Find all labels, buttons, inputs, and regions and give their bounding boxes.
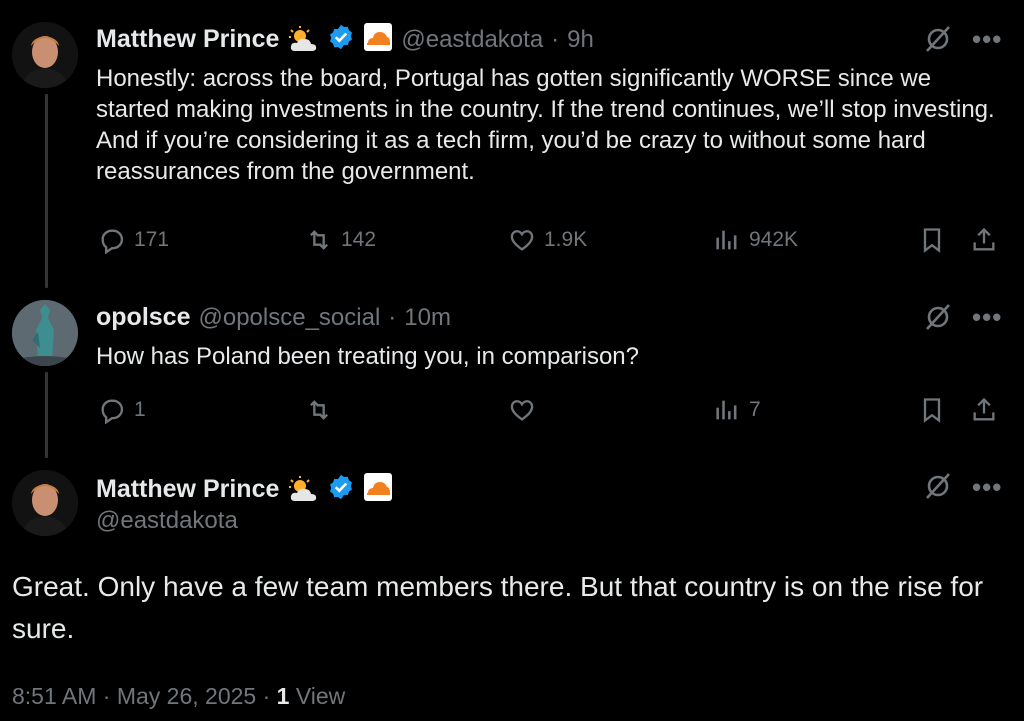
display-name[interactable]: Matthew Prince xyxy=(96,25,279,54)
tweet-date[interactable]: May 26, 2025 xyxy=(117,683,256,709)
tweet3-text: Great. Only have a few team members ther… xyxy=(12,571,984,644)
separator: · xyxy=(551,25,560,53)
avatar-matthew-prince[interactable] xyxy=(12,22,78,88)
separator: · xyxy=(102,683,111,709)
views-count: 942K xyxy=(749,228,799,251)
separator: · xyxy=(262,683,271,709)
like-button[interactable]: 1.9K xyxy=(508,226,587,254)
display-name[interactable]: Matthew Prince xyxy=(96,475,279,504)
display-name[interactable]: opolsce xyxy=(96,303,190,332)
like-icon xyxy=(510,400,534,421)
like-button[interactable] xyxy=(508,396,536,424)
thread-line xyxy=(45,372,48,458)
repost-icon xyxy=(310,230,328,250)
views-icon xyxy=(716,230,737,250)
separator: · xyxy=(388,303,397,331)
verified-icon xyxy=(327,23,355,56)
bookmark-button[interactable] xyxy=(918,396,946,424)
reply-icon xyxy=(101,399,124,424)
bookmark-icon xyxy=(923,228,941,253)
more-icon[interactable]: ••• xyxy=(972,304,1002,330)
avatar-opolsce[interactable] xyxy=(12,300,78,366)
avatar-matthew-prince[interactable] xyxy=(12,470,78,536)
grok-icon[interactable] xyxy=(923,302,953,337)
tweet1-text: Honestly: across the board, Portugal has… xyxy=(96,65,995,185)
tweet-time[interactable]: 8:51 AM xyxy=(12,683,96,709)
verified-icon xyxy=(327,473,355,506)
tweet2-text: How has Poland been treating you, in com… xyxy=(96,343,639,370)
share-button[interactable] xyxy=(970,226,998,254)
grok-icon[interactable] xyxy=(923,24,953,59)
repost-button[interactable]: 142 xyxy=(305,226,376,254)
avatar-image xyxy=(12,470,78,536)
reply-button[interactable]: 1 xyxy=(98,396,146,424)
repost-count: 142 xyxy=(341,228,377,251)
more-icon[interactable]: ••• xyxy=(972,26,1002,52)
reply-count: 1 xyxy=(134,398,146,421)
thread-line xyxy=(45,94,48,288)
views-label: View xyxy=(295,683,346,709)
like-icon xyxy=(510,230,534,251)
handle[interactable]: @eastdakota xyxy=(96,507,238,535)
avatar-image xyxy=(12,22,78,88)
tweet-meta: 8:51 AM · May 26, 2025 · 1 View xyxy=(12,683,345,710)
views-button[interactable]: 7 xyxy=(713,396,761,424)
views-count: 1 xyxy=(276,683,290,709)
timestamp[interactable]: 10m xyxy=(404,304,451,332)
sun-cloud-emoji xyxy=(287,475,319,505)
reply-icon xyxy=(101,229,124,254)
cloudflare-icon xyxy=(363,22,393,57)
reply-button[interactable]: 171 xyxy=(98,226,169,254)
tweet3-header: Matthew Prince xyxy=(96,472,393,507)
bookmark-button[interactable] xyxy=(918,226,946,254)
share-button[interactable] xyxy=(970,396,998,424)
like-count: 1.9K xyxy=(544,228,588,251)
more-icon[interactable]: ••• xyxy=(972,474,1002,500)
timestamp[interactable]: 9h xyxy=(567,26,594,54)
share-icon xyxy=(973,227,995,251)
handle[interactable]: @eastdakota xyxy=(401,26,543,54)
repost-icon xyxy=(310,400,328,420)
reply-count: 171 xyxy=(134,228,170,251)
tweet2-header: opolsce @opolsce_social · 10m xyxy=(96,303,451,332)
views-count: 7 xyxy=(749,398,761,421)
views-icon xyxy=(716,400,737,420)
share-icon xyxy=(973,397,995,421)
bookmark-icon xyxy=(923,398,941,423)
grok-icon[interactable] xyxy=(923,471,953,506)
avatar-image xyxy=(12,300,78,366)
handle[interactable]: @opolsce_social xyxy=(198,304,380,332)
sun-cloud-emoji xyxy=(287,25,319,55)
repost-button[interactable] xyxy=(305,396,333,424)
tweet1-header: Matthew Prince @eastdakota · 9h xyxy=(96,22,594,57)
cloudflare-icon xyxy=(363,472,393,507)
views-button[interactable]: 942K xyxy=(713,226,798,254)
